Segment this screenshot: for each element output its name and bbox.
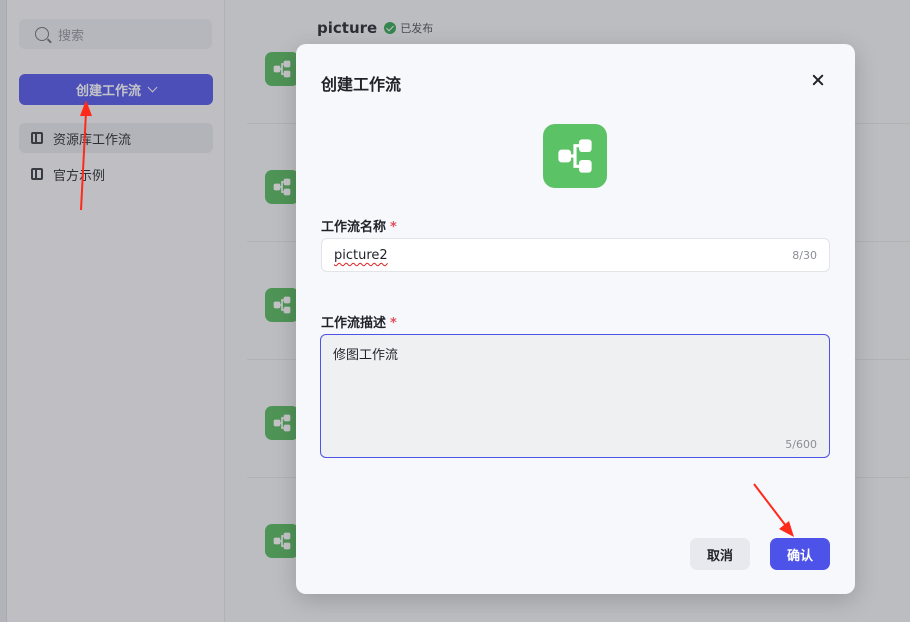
desc-label-text: 工作流描述 [321, 316, 387, 331]
required-mark: * [390, 220, 397, 235]
confirm-button[interactable]: 确认 [770, 538, 830, 570]
cancel-button[interactable]: 取消 [690, 538, 750, 570]
dialog-title: 创建工作流 [321, 75, 402, 94]
close-icon[interactable] [809, 71, 827, 89]
desc-input-value: 修图工作流 [333, 348, 399, 363]
name-field-label: 工作流名称 * [321, 216, 397, 235]
required-mark: * [390, 316, 397, 331]
workflow-name-input[interactable]: picture2 8/30 [321, 238, 830, 272]
name-label-text: 工作流名称 [321, 220, 387, 235]
desc-char-counter: 5/600 [785, 438, 817, 451]
name-char-counter: 8/30 [792, 249, 817, 262]
workflow-description-textarea[interactable]: 修图工作流 5/600 [320, 334, 830, 458]
create-workflow-dialog: 创建工作流 工作流名称 * picture2 8/30 工作流描述 * 修图工作流 … [296, 44, 855, 594]
workflow-avatar-icon[interactable] [543, 124, 607, 188]
name-input-value: picture2 [334, 248, 388, 263]
desc-field-label: 工作流描述 * [321, 312, 397, 331]
